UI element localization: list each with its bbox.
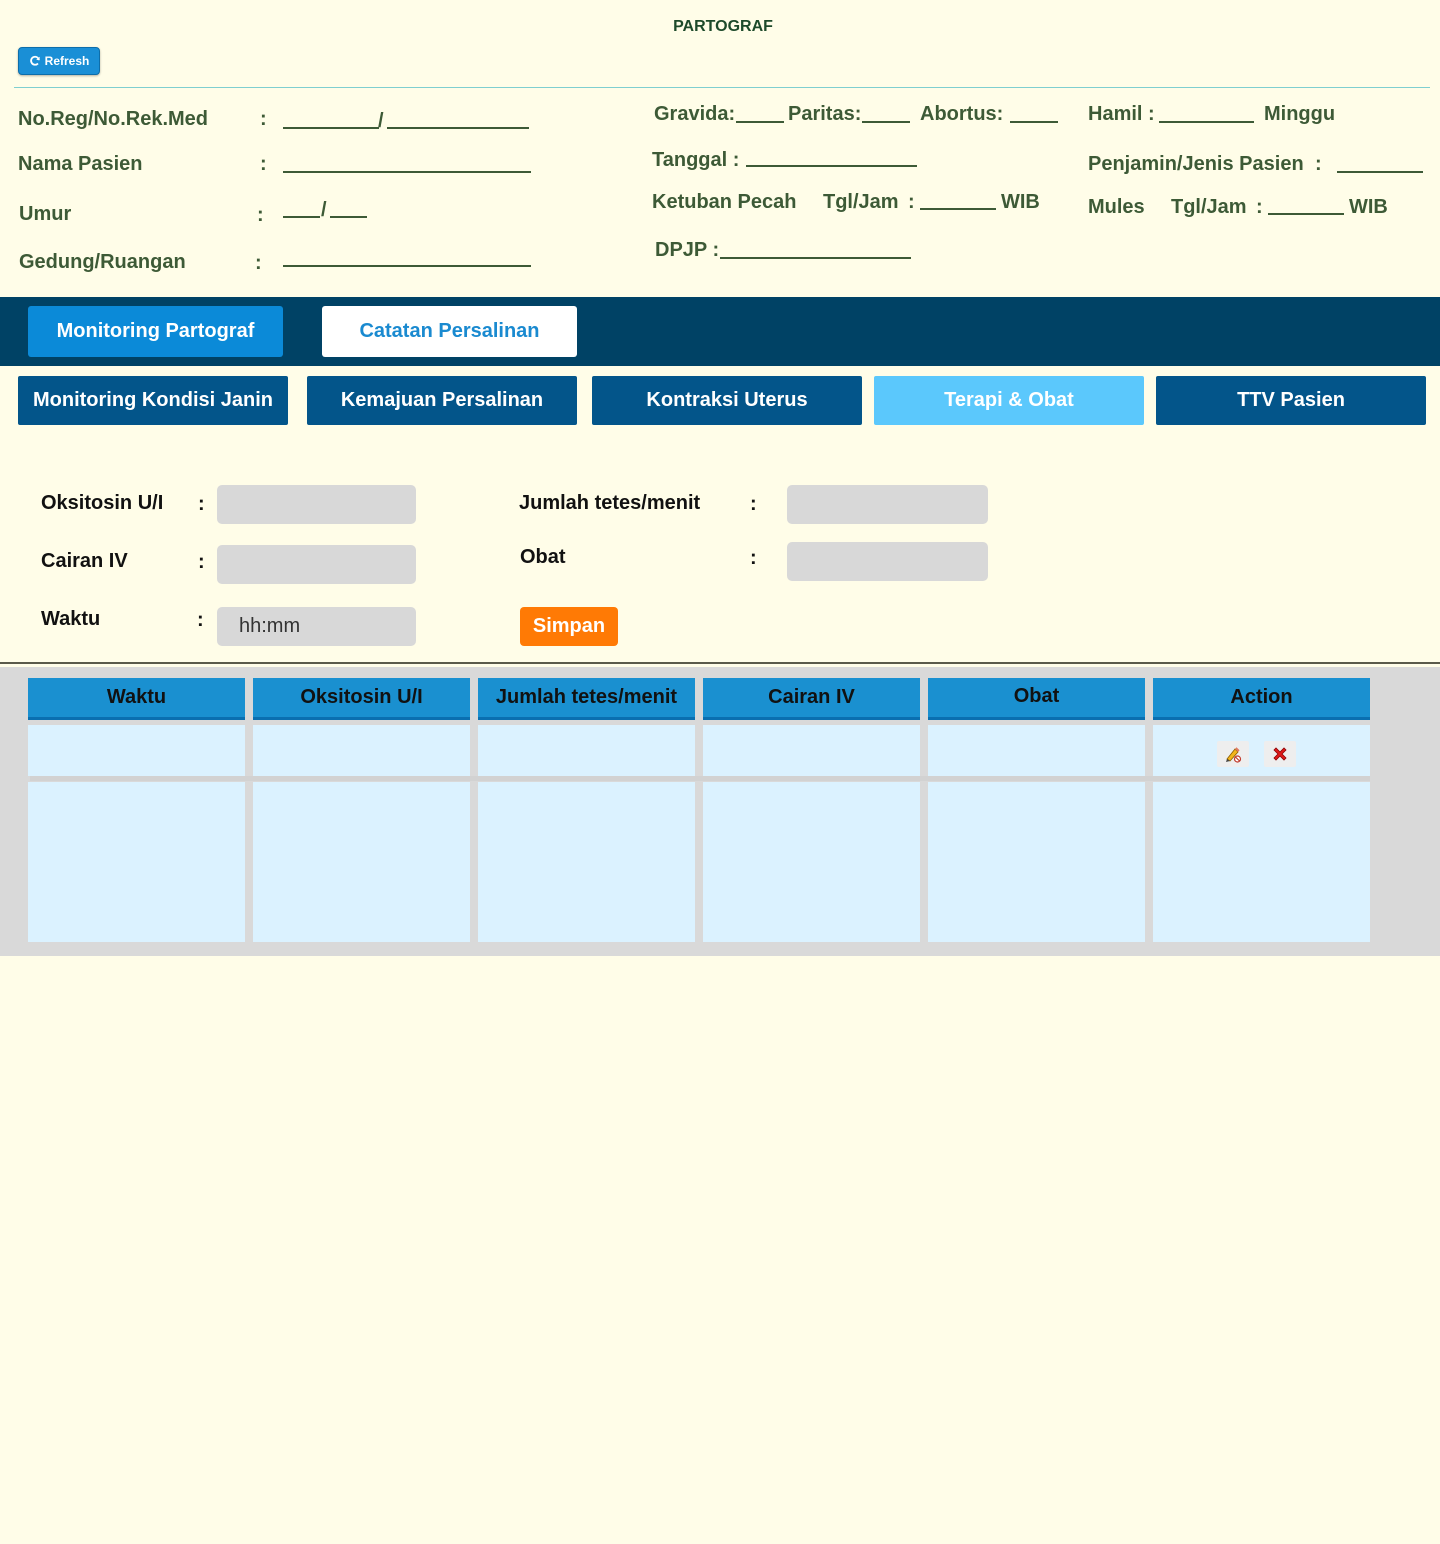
ketuban-wib-label: WIB	[1001, 191, 1040, 213]
simpan-button[interactable]: Simpan	[520, 607, 618, 646]
paritas-label: Paritas:	[788, 103, 862, 125]
table-cell	[28, 725, 245, 776]
no-rekmed-line	[387, 127, 529, 129]
ketuban-label: Ketuban Pecah	[652, 191, 797, 213]
colon: :	[260, 153, 267, 175]
slash: /	[378, 110, 384, 132]
table-header-oksitosin: Oksitosin U/I	[253, 678, 470, 720]
header-divider	[14, 87, 1430, 88]
gravida-line	[736, 121, 784, 123]
penjamin-label: Penjamin/Jenis Pasien	[1088, 153, 1304, 175]
waktu-label: Waktu	[41, 608, 101, 630]
abortus-label: Abortus:	[920, 103, 1004, 125]
gedung-label: Gedung/Ruangan	[19, 251, 186, 273]
colon: :	[198, 551, 205, 573]
tanggal-label: Tanggal :	[652, 149, 740, 171]
oksitosin-label: Oksitosin U/I	[41, 492, 164, 514]
umur-line-2	[330, 216, 367, 218]
edit-button[interactable]	[1217, 741, 1249, 767]
dpjp-label: DPJP :	[655, 239, 720, 261]
red-x-delete-icon	[1273, 747, 1287, 761]
ketuban-tgljam-label: Tgl/Jam	[823, 191, 899, 213]
table-header-obat: Obat	[928, 678, 1145, 720]
table-cell	[253, 782, 470, 942]
colon: :	[257, 204, 264, 226]
subtab-kontraksi-uterus[interactable]: Kontraksi Uterus	[592, 376, 862, 425]
mules-tgljam-label: Tgl/Jam	[1171, 196, 1247, 218]
colon: :	[260, 108, 267, 130]
nama-pasien-label: Nama Pasien	[18, 153, 143, 175]
cairan-iv-label: Cairan IV	[41, 550, 128, 572]
jumlah-tetes-input[interactable]	[787, 485, 988, 524]
subtab-terapi-obat[interactable]: Terapi & Obat	[874, 376, 1144, 425]
subtab-kondisi-janin[interactable]: Monitoring Kondisi Janin	[18, 376, 288, 425]
table-cell	[478, 725, 695, 776]
mules-wib-label: WIB	[1349, 196, 1388, 218]
table-header-cairan-iv: Cairan IV	[703, 678, 920, 720]
gravida-label: Gravida:	[654, 103, 736, 125]
hamil-line	[1159, 121, 1254, 123]
hamil-label: Hamil :	[1088, 103, 1155, 125]
table-cell	[28, 782, 245, 942]
dpjp-line	[720, 257, 911, 259]
minggu-label: Minggu	[1264, 103, 1336, 125]
obat-label: Obat	[520, 546, 566, 568]
subtab-kemajuan-persalinan[interactable]: Kemajuan Persalinan	[307, 376, 577, 425]
colon: :	[255, 252, 262, 274]
umur-label: Umur	[19, 203, 72, 225]
jumlah-tetes-label: Jumlah tetes/menit	[519, 492, 701, 514]
colon: :	[197, 609, 204, 631]
abortus-line	[1010, 121, 1058, 123]
form-divider	[0, 662, 1440, 664]
cairan-iv-input[interactable]	[217, 545, 416, 584]
table-cell	[703, 725, 920, 776]
table-cell	[478, 782, 695, 942]
table-cell	[703, 782, 920, 942]
colon: :	[1256, 196, 1263, 218]
colon: :	[750, 547, 757, 569]
colon: :	[198, 493, 205, 515]
colon: :	[1315, 153, 1322, 175]
gedung-line	[283, 265, 531, 267]
table-header-action: Action	[1153, 678, 1370, 720]
no-reg-label: No.Reg/No.Rek.Med	[18, 108, 209, 130]
penjamin-line	[1337, 171, 1423, 173]
subtab-ttv-pasien[interactable]: TTV Pasien	[1156, 376, 1426, 425]
nama-pasien-line	[283, 171, 531, 173]
refresh-icon	[29, 55, 40, 66]
refresh-label: Refresh	[44, 54, 90, 68]
no-reg-line	[283, 127, 379, 129]
delete-button[interactable]	[1264, 741, 1296, 767]
table-cell-actions	[1153, 725, 1370, 776]
colon: :	[908, 191, 915, 213]
mules-label: Mules	[1088, 196, 1145, 218]
mules-time-line	[1268, 213, 1344, 215]
table-header-waktu: Waktu	[28, 678, 245, 720]
page-title: PARTOGRAF	[673, 18, 773, 35]
paritas-line	[862, 121, 910, 123]
umur-line-1	[283, 216, 320, 218]
tab-monitoring-partograf[interactable]: Monitoring Partograf	[28, 306, 283, 357]
colon: :	[750, 493, 757, 515]
table-cell	[928, 782, 1145, 942]
table-cell	[1153, 782, 1370, 942]
tab-catatan-persalinan[interactable]: Catatan Persalinan	[322, 306, 577, 357]
waktu-input[interactable]: hh:mm	[217, 607, 416, 646]
refresh-button[interactable]: Refresh	[18, 47, 100, 75]
oksitosin-input[interactable]	[217, 485, 416, 524]
obat-input[interactable]	[787, 542, 988, 581]
table-cell	[928, 725, 1145, 776]
ketuban-time-line	[920, 208, 996, 210]
table-header-jumlah-tetes: Jumlah tetes/menit	[478, 678, 695, 720]
tanggal-line	[746, 165, 917, 167]
slash: /	[321, 199, 327, 221]
pencil-edit-icon	[1226, 747, 1242, 763]
table-cell	[253, 725, 470, 776]
row-divider	[30, 776, 1370, 781]
